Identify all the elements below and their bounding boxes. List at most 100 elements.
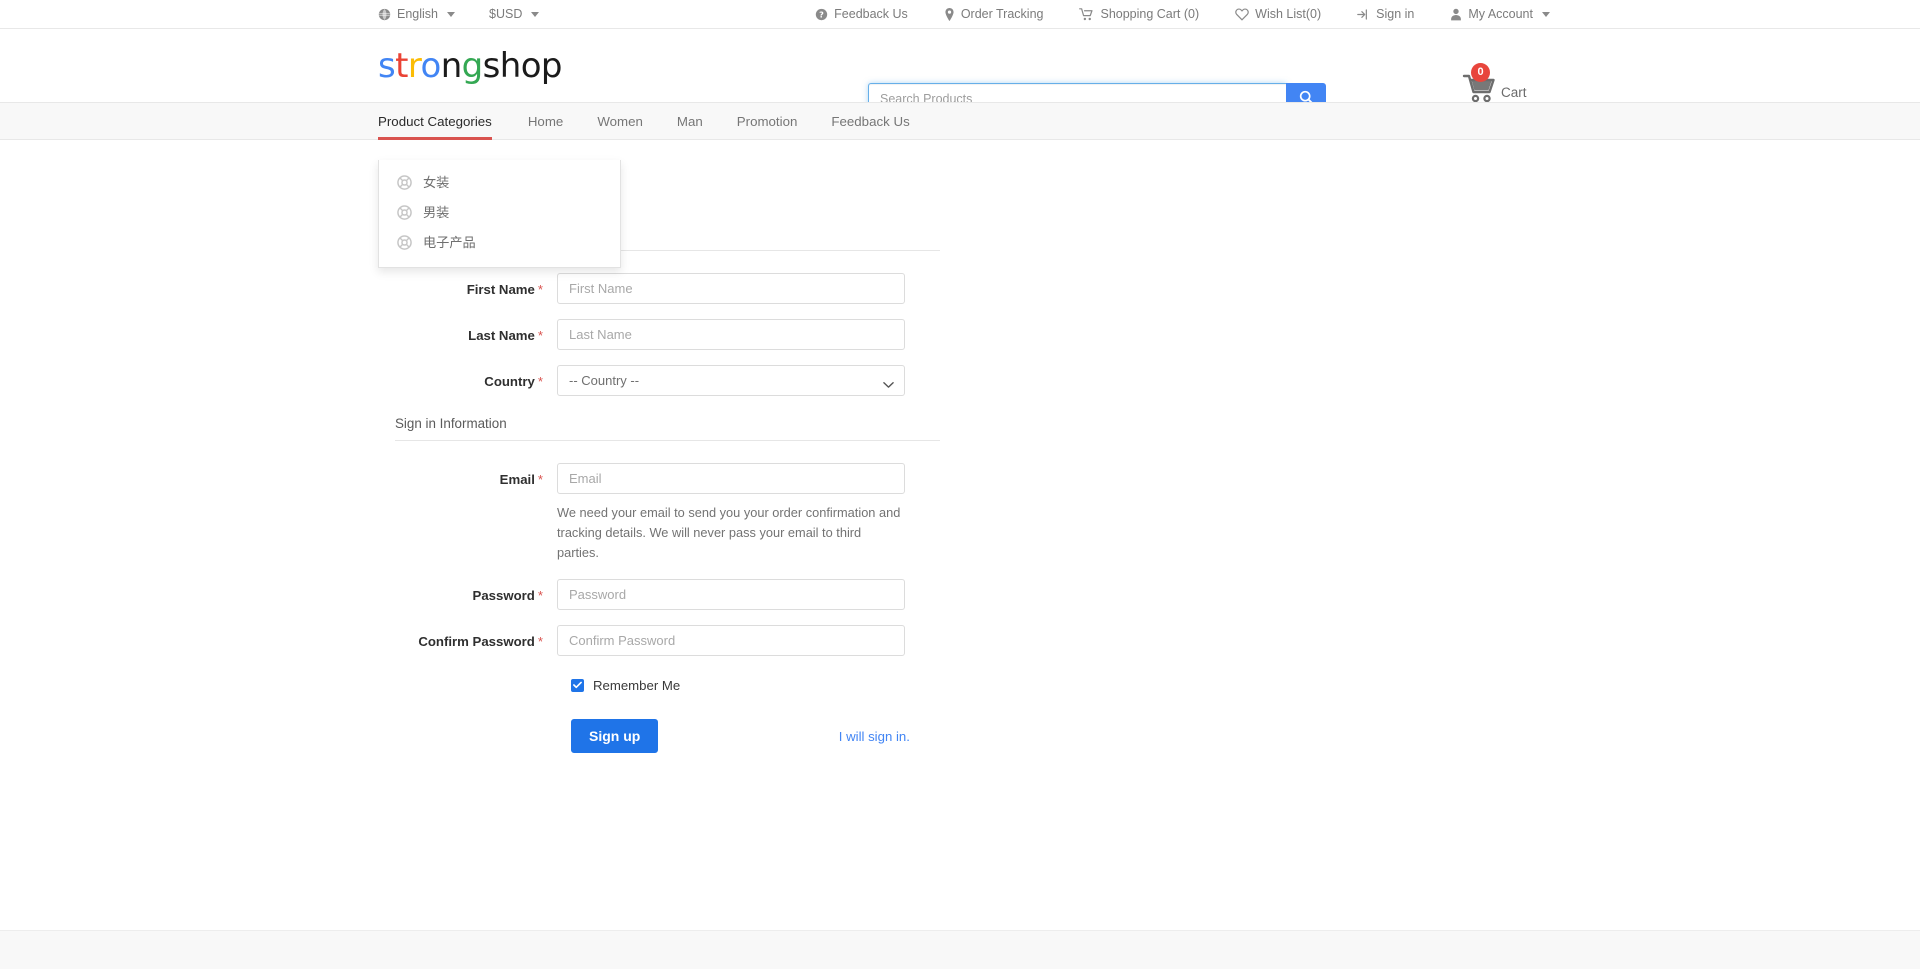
product-categories-dropdown: 女装 男装 电子产品 xyxy=(378,160,621,268)
dropdown-label-menswear: 男装 xyxy=(423,205,449,221)
password-input[interactable] xyxy=(557,579,905,610)
nav-item-home[interactable]: Home xyxy=(511,103,580,139)
nav-label-promotion: Promotion xyxy=(737,114,798,129)
required-asterisk: * xyxy=(538,328,543,343)
sign-up-button[interactable]: Sign up xyxy=(571,719,658,754)
last-name-label-text: Last Name xyxy=(468,328,535,343)
last-name-field-wrap xyxy=(557,319,905,350)
chevron-down-icon xyxy=(1542,12,1550,17)
dropdown-item-menswear[interactable]: 男装 xyxy=(379,198,620,228)
email-label-text: Email xyxy=(500,472,535,487)
nav-label-home: Home xyxy=(528,114,563,129)
cart-label: Cart xyxy=(1501,85,1527,100)
last-name-input[interactable] xyxy=(557,319,905,350)
heart-icon xyxy=(1235,8,1249,21)
logo-letter-o: o xyxy=(421,46,441,86)
email-input[interactable] xyxy=(557,463,905,494)
nav-label-man: Man xyxy=(677,114,703,129)
form-row-country: Country* -- Country -- xyxy=(395,365,940,396)
chevron-down-icon xyxy=(531,12,539,17)
password-field-wrap xyxy=(557,579,905,610)
email-field-wrap: We need your email to send you your orde… xyxy=(557,463,905,564)
email-label: Email* xyxy=(395,463,557,489)
remember-me-checkbox[interactable] xyxy=(571,679,584,692)
first-name-label-text: First Name xyxy=(467,282,535,297)
wish-list-label: Wish List(0) xyxy=(1255,8,1321,21)
language-label: English xyxy=(397,8,438,21)
required-asterisk: * xyxy=(538,282,543,297)
topbar-left-group: English $USD xyxy=(378,8,539,21)
last-name-label: Last Name* xyxy=(395,319,557,345)
main-navigation: Product Categories Home Women Man Promot… xyxy=(0,102,1920,140)
my-account-label: My Account xyxy=(1468,8,1533,21)
remember-me-row: Remember Me xyxy=(571,678,940,693)
form-row-first-name: First Name* xyxy=(395,273,940,304)
wish-list-link[interactable]: Wish List(0) xyxy=(1235,8,1321,21)
dropdown-item-womenswear[interactable]: 女装 xyxy=(379,168,620,198)
logo-letter-t: t xyxy=(395,46,408,86)
currency-selector[interactable]: $USD xyxy=(489,8,539,21)
order-tracking-link[interactable]: Order Tracking xyxy=(944,8,1044,21)
page-content: Create an Account Personal Information F… xyxy=(0,140,1920,900)
currency-label: $USD xyxy=(489,8,522,21)
cart-widget[interactable]: 0 Cart xyxy=(1462,67,1527,103)
confirm-password-input[interactable] xyxy=(557,625,905,656)
question-circle-icon: ? xyxy=(815,8,828,21)
password-label: Password* xyxy=(395,579,557,605)
feedback-us-link[interactable]: ? Feedback Us xyxy=(815,8,908,21)
required-asterisk: * xyxy=(538,634,543,649)
cart-icon xyxy=(1079,8,1094,21)
shopping-cart-link[interactable]: Shopping Cart (0) xyxy=(1079,8,1199,21)
registration-form: Personal Information First Name* Last Na… xyxy=(395,226,940,753)
nav-items-group: Product Categories Home Women Man Promot… xyxy=(378,103,927,139)
language-selector[interactable]: English xyxy=(378,8,455,21)
chevron-down-icon xyxy=(447,12,455,17)
form-row-last-name: Last Name* xyxy=(395,319,940,350)
site-logo[interactable]: strongshop xyxy=(378,49,562,83)
check-icon xyxy=(573,681,582,689)
logo-letter-s: s xyxy=(378,46,395,86)
nav-item-promotion[interactable]: Promotion xyxy=(720,103,815,139)
confirm-password-field-wrap xyxy=(557,625,905,656)
first-name-input[interactable] xyxy=(557,273,905,304)
nav-item-women[interactable]: Women xyxy=(580,103,660,139)
nav-label-feedback-us: Feedback Us xyxy=(831,114,909,129)
confirm-password-label: Confirm Password* xyxy=(395,625,557,651)
country-select[interactable]: -- Country -- xyxy=(557,365,905,396)
cart-icon-container: 0 xyxy=(1462,67,1500,103)
lifebuoy-icon xyxy=(397,205,412,220)
country-label-text: Country xyxy=(484,374,535,389)
dropdown-item-electronics[interactable]: 电子产品 xyxy=(379,228,620,258)
country-field-wrap: -- Country -- xyxy=(557,365,905,396)
first-name-field-wrap xyxy=(557,273,905,304)
nav-item-man[interactable]: Man xyxy=(660,103,720,139)
first-name-label: First Name* xyxy=(395,273,557,299)
map-marker-icon xyxy=(944,8,955,21)
email-help-text: We need your email to send you your orde… xyxy=(557,503,902,564)
nav-item-feedback-us[interactable]: Feedback Us xyxy=(814,103,926,139)
page-footer xyxy=(0,930,1920,969)
country-label: Country* xyxy=(395,365,557,391)
confirm-password-label-text: Confirm Password xyxy=(418,634,535,649)
lifebuoy-icon xyxy=(397,175,412,190)
order-tracking-label: Order Tracking xyxy=(961,8,1044,21)
logo-text-shop: shop xyxy=(483,46,562,86)
signin-arrow-icon xyxy=(1357,8,1370,21)
password-label-text: Password xyxy=(473,588,535,603)
logo-letter-n: n xyxy=(441,46,462,86)
sign-in-link[interactable]: Sign in xyxy=(1357,8,1414,21)
logo-letter-r: r xyxy=(408,46,421,86)
nav-label-women: Women xyxy=(597,114,643,129)
sign-in-label: Sign in xyxy=(1376,8,1414,21)
my-account-menu[interactable]: My Account xyxy=(1450,8,1550,21)
shopping-cart-label: Shopping Cart (0) xyxy=(1100,8,1199,21)
site-header: strongshop 0 Cart xyxy=(0,29,1920,102)
form-row-password: Password* xyxy=(395,579,940,610)
i-will-sign-in-link[interactable]: I will sign in. xyxy=(839,729,910,744)
nav-item-product-categories[interactable]: Product Categories xyxy=(378,103,511,139)
dropdown-label-electronics: 电子产品 xyxy=(423,235,476,251)
remember-me-label[interactable]: Remember Me xyxy=(593,678,680,693)
topbar-right-group: ? Feedback Us Order Tracking Shopping Ca… xyxy=(815,8,1550,21)
required-asterisk: * xyxy=(538,374,543,389)
cart-count-badge: 0 xyxy=(1471,63,1490,82)
